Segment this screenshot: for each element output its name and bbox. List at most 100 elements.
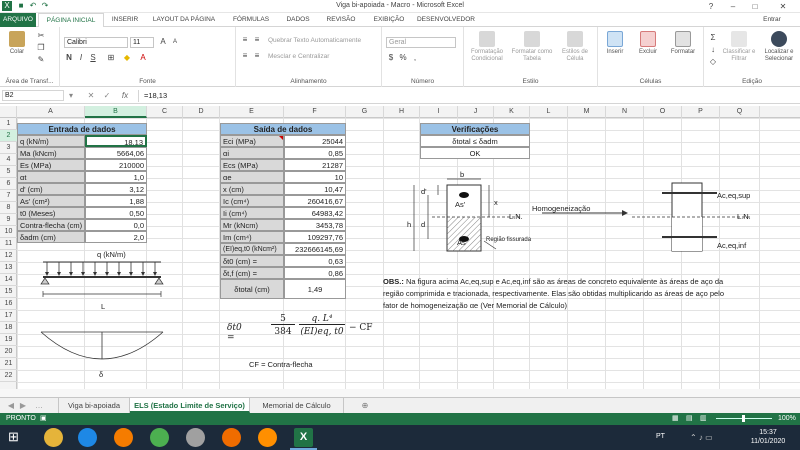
tab-revisao[interactable]: REVISÃO xyxy=(320,13,362,27)
col-header-g[interactable]: G xyxy=(346,106,384,118)
font-color-icon[interactable]: A xyxy=(138,53,148,63)
tab-desenvolvedor[interactable]: DESENVOLVEDOR xyxy=(414,13,478,27)
page-layout-icon[interactable]: ▤ xyxy=(686,414,693,422)
saida-value[interactable]: 21287 xyxy=(284,159,346,171)
name-box[interactable]: B2 xyxy=(2,90,64,101)
language-indicator[interactable]: PT xyxy=(656,433,665,440)
entrada-value[interactable]: 3,12 xyxy=(85,183,147,195)
verificacoes-result[interactable]: OK xyxy=(420,147,530,159)
row-header[interactable]: 1 xyxy=(0,118,17,130)
entrada-value[interactable]: 5664,06 xyxy=(85,147,147,159)
currency-icon[interactable]: $ xyxy=(386,53,396,63)
saida-value[interactable]: 25044 xyxy=(284,135,346,147)
tab-layout[interactable]: LAYOUT DA PÁGINA xyxy=(146,13,222,27)
col-header-j[interactable]: J xyxy=(458,106,494,118)
align-center-icon[interactable]: ≡ xyxy=(252,51,262,61)
add-sheet-icon[interactable]: ⊕ xyxy=(360,401,370,411)
comma-icon[interactable]: , xyxy=(410,53,420,63)
tab-pagina-inicial[interactable]: PÁGINA INICIAL xyxy=(38,13,104,28)
minimize-button[interactable]: – xyxy=(722,0,744,13)
shrink-font-icon[interactable]: A xyxy=(170,37,180,47)
font-name-select[interactable]: Calibri xyxy=(64,37,128,48)
saida-value[interactable]: 0,63 xyxy=(284,255,346,267)
firefox-icon[interactable] xyxy=(114,428,133,447)
col-header-f[interactable]: F xyxy=(284,106,346,118)
delete-cells-button[interactable]: Excluir xyxy=(632,31,664,56)
merge-center-button[interactable]: Mesclar e Centralizar xyxy=(268,53,329,60)
row-header[interactable]: 17 xyxy=(0,310,17,322)
saida-value[interactable]: 0,86 xyxy=(284,267,346,279)
prev-sheet-icon[interactable]: ◀ xyxy=(6,401,16,411)
close-button[interactable]: ✕ xyxy=(766,0,800,13)
col-header-p[interactable]: P xyxy=(682,106,720,118)
sheet-tab-viga[interactable]: Viga bi-apoiada xyxy=(58,398,130,413)
find-select-button[interactable]: Localizar e Selecionar xyxy=(760,31,798,63)
horizontal-scrollbar[interactable] xyxy=(0,389,800,397)
bold-icon[interactable]: N xyxy=(64,53,74,63)
row-header[interactable]: 11 xyxy=(0,238,17,250)
insert-cells-button[interactable]: Inserir xyxy=(600,31,630,56)
worksheet-grid[interactable]: Entrada de dados q (kN/m) 18,13 Ma (kNcm… xyxy=(17,118,800,389)
row-header[interactable]: 20 xyxy=(0,346,17,358)
sheet-tab-els[interactable]: ELS (Estado Limite de Serviço) xyxy=(130,398,250,413)
col-header-c[interactable]: C xyxy=(147,106,183,118)
col-header-a[interactable]: A xyxy=(17,106,85,118)
row-header[interactable]: 12 xyxy=(0,250,17,262)
normal-view-icon[interactable]: ▦ xyxy=(672,414,679,422)
firefox-2-icon[interactable] xyxy=(222,428,241,447)
row-header[interactable]: 15 xyxy=(0,286,17,298)
clock-date[interactable]: 11/01/2020 xyxy=(748,438,788,445)
saida-value[interactable]: 0,85 xyxy=(284,147,346,159)
percent-icon[interactable]: % xyxy=(398,53,408,63)
excel-taskbar-icon[interactable]: X xyxy=(294,428,313,447)
wrap-text-button[interactable]: Quebrar Texto Automaticamente xyxy=(268,37,361,44)
saida-value[interactable]: 109297,76 xyxy=(284,231,346,243)
saida-value[interactable]: 64983,42 xyxy=(284,207,346,219)
row-header[interactable]: 7 xyxy=(0,190,17,202)
align-middle-icon[interactable]: ≡ xyxy=(252,35,262,45)
number-format-select[interactable]: Geral xyxy=(386,37,456,48)
saida-value[interactable]: 3453,78 xyxy=(284,219,346,231)
entrada-value[interactable]: 1,88 xyxy=(85,195,147,207)
entrada-value[interactable]: 210000 xyxy=(85,159,147,171)
cell-styles-button[interactable]: Estilos de Célula xyxy=(556,31,594,63)
paste-button[interactable]: Colar xyxy=(4,31,30,56)
col-header-d[interactable]: D xyxy=(183,106,220,118)
help-button[interactable]: ? xyxy=(700,0,722,13)
copy-icon[interactable]: ❐ xyxy=(36,43,46,53)
cancel-entry-icon[interactable]: ✕ xyxy=(86,91,96,101)
col-header-o[interactable]: O xyxy=(644,106,682,118)
grow-font-icon[interactable]: A xyxy=(158,37,168,47)
underline-icon[interactable]: S xyxy=(88,53,98,63)
col-header-l[interactable]: L xyxy=(530,106,568,118)
app-2-icon[interactable] xyxy=(258,428,277,447)
saida-value[interactable]: 10 xyxy=(284,171,346,183)
row-header[interactable]: 13 xyxy=(0,262,17,274)
windows-start-icon[interactable]: ⊞ xyxy=(8,430,22,444)
clock-time[interactable]: 15:37 xyxy=(748,429,788,436)
insert-function-icon[interactable]: fx xyxy=(118,91,132,101)
ie-browser-icon[interactable] xyxy=(78,428,97,447)
tab-dados[interactable]: DADOS xyxy=(280,13,316,27)
next-sheet-icon[interactable]: ▶ xyxy=(18,401,28,411)
autosum-icon[interactable]: Σ xyxy=(708,33,718,43)
italic-icon[interactable]: I xyxy=(76,53,86,63)
col-header-b[interactable]: B xyxy=(85,106,147,118)
row-header[interactable]: 3 xyxy=(0,142,17,154)
entrada-value[interactable]: 0,0 xyxy=(85,219,147,231)
tab-exibicao[interactable]: EXIBIÇÃO xyxy=(366,13,412,27)
col-header-e[interactable]: E xyxy=(220,106,284,118)
entrada-value[interactable]: 2,0 xyxy=(85,231,147,243)
sort-filter-button[interactable]: Classificar e Filtrar xyxy=(720,31,758,63)
chrome-icon[interactable] xyxy=(150,428,169,447)
row-header[interactable]: 14 xyxy=(0,274,17,286)
row-header[interactable]: 5 xyxy=(0,166,17,178)
zoom-thumb[interactable] xyxy=(742,415,745,422)
app-icon[interactable] xyxy=(186,428,205,447)
format-cells-button[interactable]: Formatar xyxy=(666,31,700,56)
confirm-entry-icon[interactable]: ✓ xyxy=(102,91,112,101)
row-header[interactable]: 21 xyxy=(0,358,17,370)
row-header[interactable]: 8 xyxy=(0,202,17,214)
row-header[interactable]: 6 xyxy=(0,178,17,190)
name-box-dropdown-icon[interactable]: ▾ xyxy=(66,91,76,101)
